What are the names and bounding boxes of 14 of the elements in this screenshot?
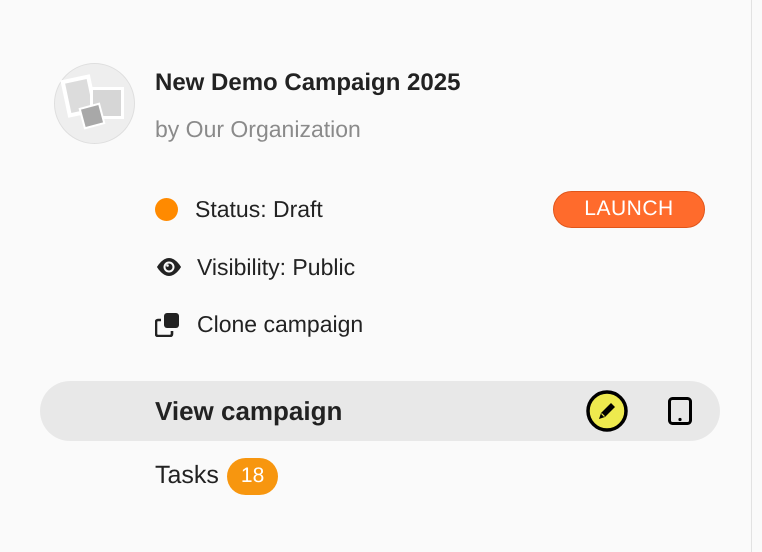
organization-name: by Our Organization <box>155 115 362 144</box>
tablet-icon[interactable] <box>668 397 692 425</box>
clone-icon[interactable] <box>155 312 180 336</box>
campaign-title: New Demo Campaign 2025 <box>155 68 460 98</box>
visibility-label: Visibility: Public <box>197 252 356 282</box>
clone-campaign-link[interactable]: Clone campaign <box>197 306 364 342</box>
nav-label: Tasks <box>155 460 219 492</box>
status-label: Status: Draft <box>195 194 323 224</box>
nav-label: View campaign <box>155 394 342 428</box>
edit-icon[interactable] <box>586 390 628 432</box>
nav-item[interactable]: Tasks 18 <box>40 453 720 499</box>
nav-item-selected[interactable]: View campaign <box>40 381 720 441</box>
eye-icon <box>155 257 183 277</box>
count-badge: 18 <box>226 458 278 494</box>
